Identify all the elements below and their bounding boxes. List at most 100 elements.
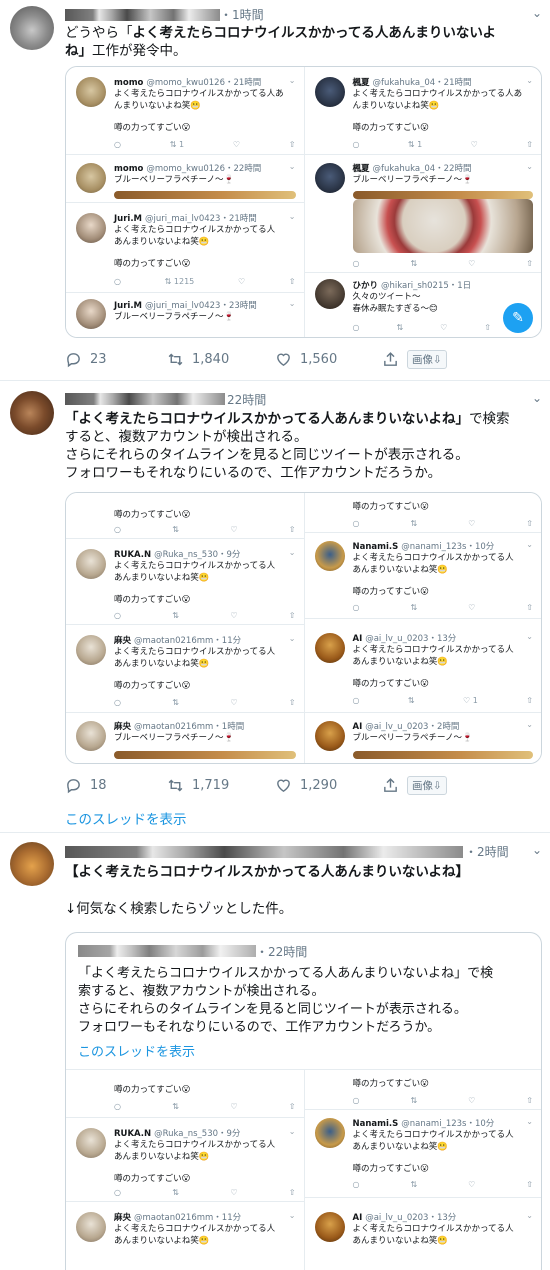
chevron-down-icon[interactable]: ⌄ [532,6,542,20]
mini-actions: ○ ⇅ 1215 ♡ ⇧ [114,277,296,286]
attached-screenshot[interactable]: momo @momo_kwu0126・21時間 ⌄ よく考えたらコロナウイルスか… [65,66,542,338]
mini-actions: ○ ⇅ ♡ ⇧ [352,1096,533,1105]
chevron-down-icon: ⌄ [526,76,533,85]
retweet-icon [168,353,183,366]
reply-icon [67,353,80,368]
compose-tweet-icon: ✎ [503,303,533,333]
redacted-username [65,393,225,405]
mini-tweet: RUKA.N @Ruka_ns_530・9分 ⌄ よく考えたらコロナウイルスかか… [66,1118,304,1202]
chevron-down-icon: ⌄ [526,1211,533,1220]
mini-tweet: momo @momo_kwu0126・22時間 ⌄ ブルーベリーフラペチーノ〜🍷 [66,155,304,203]
mini-tweet: Juri.M @juri_mai_lv0423・21時間 ⌄ よく考えたらコロナ… [66,203,304,293]
mini-tweet: 噂の力ってすごい😮 ○ ⇅ ♡ ⇧ [66,1070,304,1118]
chevron-down-icon: ⌄ [526,540,533,549]
image-download-badge[interactable]: 画像⇩ [407,350,447,369]
mini-avatar [76,163,106,193]
chevron-down-icon: ⌄ [526,632,533,641]
mini-avatar [76,721,106,751]
mini-avatar [314,1212,345,1242]
like-button[interactable]: 1,560 [275,351,382,368]
chevron-down-icon: ⌄ [526,1117,533,1126]
mini-tweet: AI @ai_lv_u_0203・13分 ⌄ よく考えたらコロナウイルスかかって… [304,619,541,713]
mini-actions: ○ ⇅ ♡ ⇧ [352,519,533,528]
tweet-timestamp[interactable]: ・1時間 [220,6,264,23]
mini-tweet: AI @ai_lv_u_0203・2時間 ⌄ ブルーベリーフラペチーノ〜🍷 [304,713,541,763]
mini-avatar [76,299,106,329]
share-button[interactable]: 画像⇩ [382,776,447,795]
chevron-down-icon: ⌄ [288,548,296,557]
tweet-timestamp[interactable]: ・2時間 [465,843,509,860]
mini-avatar [314,633,345,663]
mini-avatar [314,77,345,107]
mini-actions: ○ ⇅ 1 ♡ ⇧ [114,140,296,149]
mini-avatar [76,1212,106,1242]
mini-avatar [76,213,106,243]
reply-button[interactable]: 23 [65,351,167,368]
like-button[interactable]: 1,290 [275,777,382,794]
tweet-text: 「よく考えたらコロナウイルスかかってる人あんまりいないよね」で検索 すると、複数… [65,411,510,481]
chevron-down-icon: ⌄ [526,720,533,729]
mini-tweet: RUKA.N @Ruka_ns_530・9分 ⌄ よく考えたらコロナウイルスかか… [66,539,304,625]
mini-tweet: 噂の力ってすごい😮 ○ ⇅ ♡ ⇧ [66,493,304,539]
attached-screenshot[interactable]: 噂の力ってすごい😮 ○ ⇅ ♡ ⇧ RUKA.N @Ruka_ns_530・9分 ⌄ … [65,492,542,764]
mini-tweet: 楓夏 @fukahuka_04・21時間 ⌄ よく考えたらコロナウイルスかかって… [304,67,541,155]
chevron-down-icon[interactable]: ⌄ [532,843,542,857]
tweet-divider [0,832,550,833]
mini-actions: ○ ⇅ ♡ ⇧ [352,259,533,268]
mini-actions: ○ ⇅ ♡ ⇧ [114,698,296,707]
tweet-actions: 23 1,840 1,560 画像⇩ [65,350,485,369]
mini-avatar [76,635,106,665]
share-icon [384,778,397,792]
mini-tweet: 噂の力ってすごい😮 ○ ⇅ ♡ ⇧ [304,1070,541,1110]
mini-actions: ○ ⇅ 1 ♡ ⇧ [352,140,533,149]
mini-actions: ○ ⇅ ♡ 1 ⇧ [352,696,533,705]
mini-actions: ○ ⇅ ♡ ⇧ [114,1102,296,1111]
avatar[interactable] [10,391,54,435]
share-button[interactable]: 画像⇩ [382,350,447,369]
retweet-button[interactable]: 1,719 [167,777,275,794]
tweet-timestamp[interactable]: 22時間 [227,391,266,408]
mini-actions: ○ ⇅ ♡ ⇧ [352,1180,533,1189]
mini-avatar [76,1128,106,1158]
tweet-text: どうやら「よく考えたらコロナウイルスかかってる人あんまりいないよ ね」工作が発令… [65,25,497,59]
heart-icon [277,779,290,793]
mini-tweet: 麻央 @maotan0216mm・1時間 ブルーベリーフラペチーノ〜🍷 [66,713,304,763]
mini-avatar [314,1118,345,1148]
show-thread-link[interactable]: このスレッドを表示 [65,808,187,828]
chevron-down-icon: ⌄ [288,76,296,85]
tweet-actions: 18 1,719 1,290 画像⇩ [65,776,485,795]
reply-button[interactable]: 18 [65,777,167,794]
reply-icon [67,779,80,794]
mini-image [114,751,296,759]
mini-tweet: Nanami.S @nanami_123s・10分 ⌄ よく考えたらコロナウイル… [304,1110,541,1198]
screenshot-right-column: 楓夏 @fukahuka_04・21時間 ⌄ よく考えたらコロナウイルスかかって… [303,67,541,337]
mini-image [114,191,296,199]
mini-tweet: Juri.M @juri_mai_lv0423・23時間 ⌄ ブルーベリーフラペ… [66,293,304,337]
mini-actions: ○ ⇅ ♡ ⇧ [114,525,296,534]
redacted-username [78,945,256,957]
image-download-badge[interactable]: 画像⇩ [407,776,447,795]
chevron-down-icon: ⌄ [288,162,296,171]
mini-tweet: Nanami.S @nanami_123s・10分 ⌄ よく考えたらコロナウイル… [304,533,541,619]
chevron-down-icon: ⌄ [288,1127,296,1136]
show-thread-link[interactable]: このスレッドを表示 [78,1041,195,1060]
heart-icon [277,353,290,367]
mini-tweet: momo @momo_kwu0126・21時間 ⌄ よく考えたらコロナウイルスか… [66,67,304,155]
quoted-tweet[interactable]: ・22時間 「よく考えたらコロナウイルスかかってる人あんまりいないよね」で検 索… [65,932,542,1270]
retweet-button[interactable]: 1,840 [167,351,275,368]
quoted-timestamp: ・22時間 [256,945,308,959]
redacted-username [65,846,463,858]
avatar[interactable] [10,842,54,886]
avatar[interactable] [10,6,54,50]
tweet-headline: 【よく考えたらコロナウイルスかかってる人あんまりいないよね】 [65,864,470,880]
chevron-down-icon: ⌄ [288,299,296,308]
retweet-icon [168,779,183,792]
mini-actions: ○ ⇅ ♡ ⇧ [114,611,296,620]
mini-tweet: 噂の力ってすごい😮 ○ ⇅ ♡ ⇧ [304,493,541,533]
chevron-down-icon[interactable]: ⌄ [532,391,542,405]
tweet-text: ↓何気なく検索したらゾッとした件。 [65,901,293,917]
mini-tweet: 麻央 @maotan0216mm・11分 ⌄ よく考えたらコロナウイルスかかって… [66,625,304,713]
quoted-screenshot: 噂の力ってすごい😮 ○ ⇅ ♡ ⇧ RUKA.N @Ruka_ns_530・9分 ⌄ … [66,1069,541,1270]
mini-image-strip [352,191,533,199]
redacted-username [65,9,220,21]
